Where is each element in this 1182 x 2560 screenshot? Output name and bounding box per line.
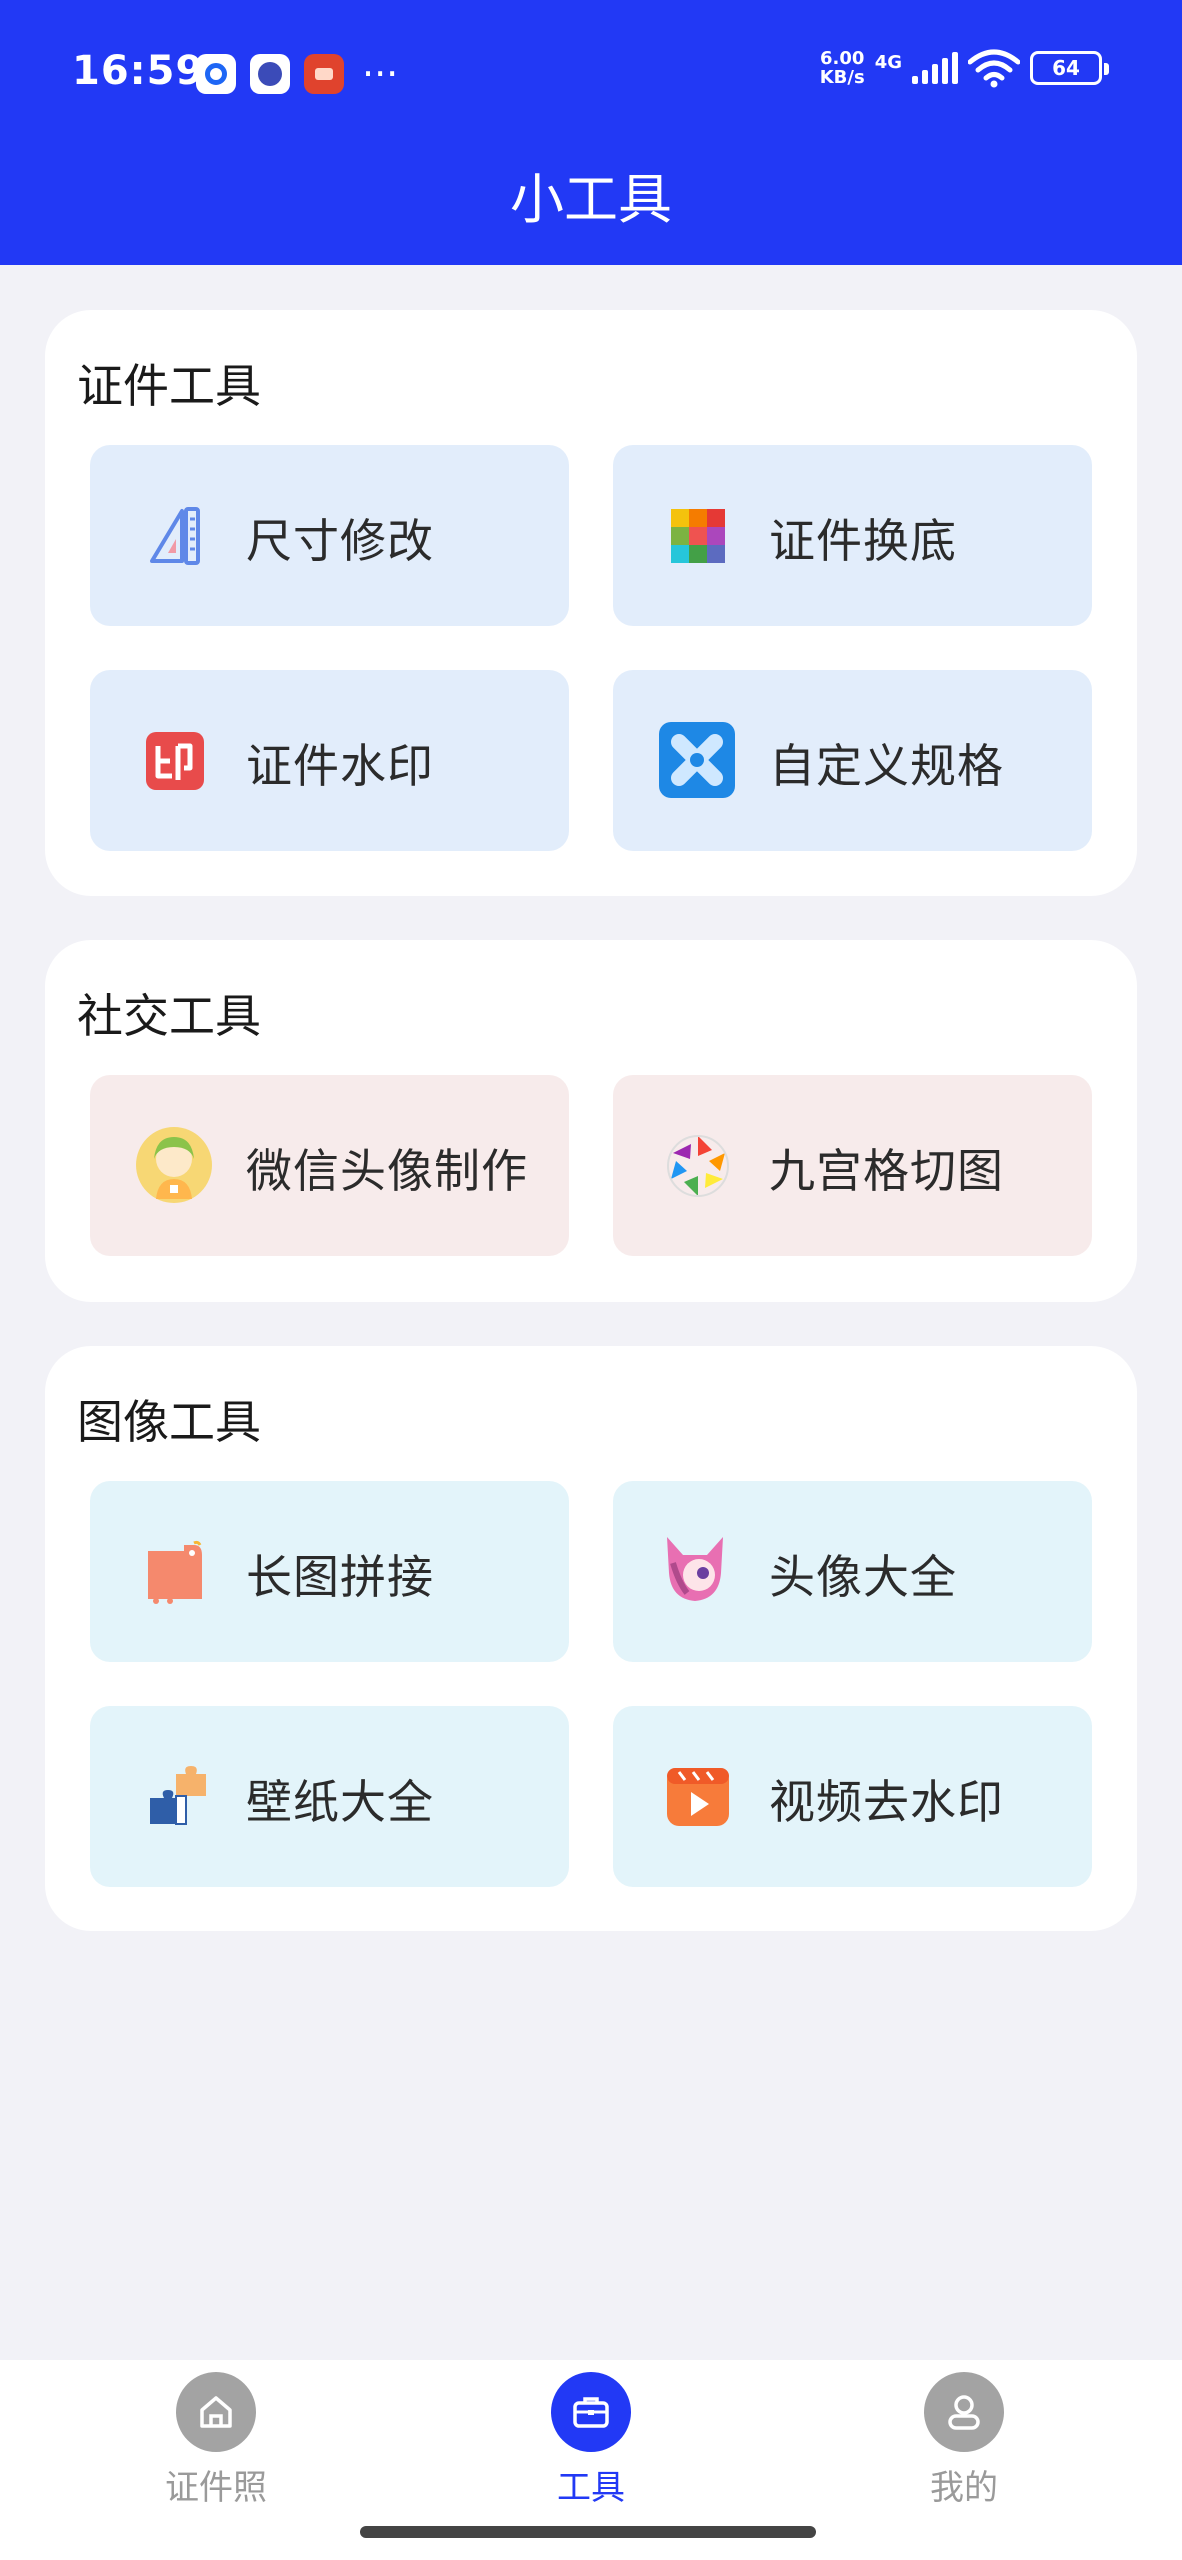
tool-background-change[interactable]: 证件换底: [613, 445, 1092, 626]
cat-avatar-icon: [667, 1537, 723, 1601]
section-social-tools: 社交工具 微信头像制作 九宫格切图: [45, 940, 1137, 1302]
avatar-girl-icon: [136, 1127, 212, 1203]
tool-label: 视频去水印: [769, 1775, 1004, 1829]
signal-icon: [912, 52, 958, 84]
notification-icons: ···: [196, 54, 398, 94]
tool-size-edit[interactable]: 尺寸修改: [90, 445, 569, 626]
tool-label: 九宫格切图: [769, 1144, 1004, 1198]
tool-wallpaper-collection[interactable]: 壁纸大全: [90, 1706, 569, 1887]
stamp-icon: [146, 732, 204, 790]
notification-app-icon: [196, 54, 236, 94]
long-image-icon: [148, 1540, 202, 1604]
status-indicators: 6.00 KB/s 4G 64: [820, 48, 1109, 88]
section-title: 证件工具: [77, 359, 261, 413]
video-play-icon: [667, 1768, 729, 1826]
aperture-icon: [667, 1135, 729, 1197]
tool-label: 壁纸大全: [246, 1775, 434, 1829]
color-grid-icon: [671, 509, 725, 563]
notification-app-icon: [250, 54, 290, 94]
tab-label: 工具: [557, 2468, 625, 2508]
battery-icon: 64: [1030, 51, 1109, 85]
custom-spec-icon: [659, 722, 735, 798]
section-image-tools: 图像工具 长图拼接 头像大全 壁纸大全 视频去水印: [45, 1346, 1137, 1931]
tool-label: 证件换底: [769, 514, 957, 568]
tool-label: 长图拼接: [246, 1550, 434, 1604]
tool-label: 头像大全: [769, 1550, 957, 1604]
battery-level: 64: [1052, 56, 1080, 80]
network-speed: 6.00 KB/s: [820, 49, 865, 87]
tab-tools[interactable]: 工具: [471, 2360, 711, 2520]
status-bar: 16:59 ··· 6.00 KB/s 4G 64: [0, 0, 1182, 150]
tab-id-photo[interactable]: 证件照: [96, 2360, 336, 2520]
section-title: 社交工具: [77, 989, 261, 1043]
network-speed-value: 6.00: [819, 48, 865, 69]
tool-label: 尺寸修改: [246, 514, 434, 568]
tool-id-watermark[interactable]: 证件水印: [90, 670, 569, 851]
tool-avatar-collection[interactable]: 头像大全: [613, 1481, 1092, 1662]
page-title: 小工具: [510, 168, 672, 231]
tab-mine[interactable]: 我的: [844, 2360, 1084, 2520]
tool-label: 微信头像制作: [246, 1144, 528, 1198]
tab-label: 我的: [930, 2468, 998, 2508]
section-id-tools: 证件工具 尺寸修改 证件换底 证件水印 自定义规格: [45, 310, 1137, 896]
network-speed-unit: KB/s: [819, 67, 865, 88]
status-time: 16:59: [72, 48, 205, 94]
tool-label: 证件水印: [246, 739, 434, 793]
more-notifications-icon: ···: [362, 52, 399, 96]
briefcase-icon: [551, 2372, 631, 2452]
app-header: 16:59 ··· 6.00 KB/s 4G 64 小工具: [0, 0, 1182, 265]
tool-video-watermark-remove[interactable]: 视频去水印: [613, 1706, 1092, 1887]
wifi-icon: [968, 49, 1020, 88]
tab-label: 证件照: [165, 2468, 267, 2508]
puzzle-icon: [150, 1766, 206, 1825]
tool-wechat-avatar[interactable]: 微信头像制作: [90, 1075, 569, 1256]
home-icon: [176, 2372, 256, 2452]
tool-long-image-stitch[interactable]: 长图拼接: [90, 1481, 569, 1662]
tool-label: 自定义规格: [769, 739, 1004, 793]
section-title: 图像工具: [77, 1395, 261, 1449]
network-type: 4G: [874, 52, 902, 73]
tool-custom-spec[interactable]: 自定义规格: [613, 670, 1092, 851]
tool-nine-grid[interactable]: 九宫格切图: [613, 1075, 1092, 1256]
notification-app-icon: [304, 54, 344, 94]
user-icon: [924, 2372, 1004, 2452]
ruler-icon: [150, 507, 200, 565]
home-indicator[interactable]: [360, 2526, 816, 2538]
